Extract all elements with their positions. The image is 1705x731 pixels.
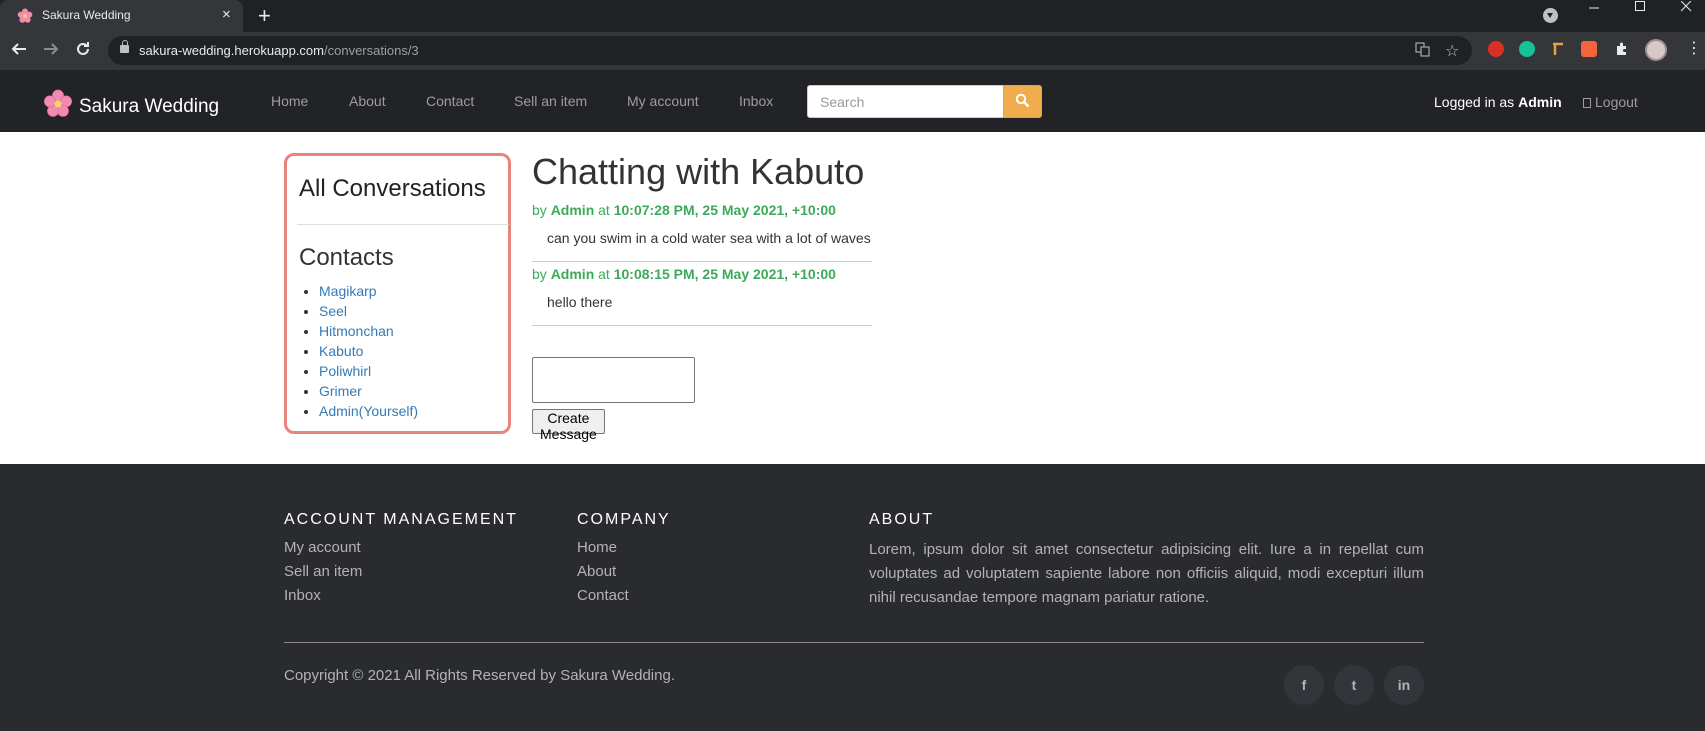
contact-item: Hitmonchan (319, 323, 418, 343)
all-conversations-heading: All Conversations (299, 175, 486, 202)
tab-close-icon[interactable]: × (222, 6, 231, 23)
translate-icon[interactable] (1415, 42, 1430, 60)
tab-search-icon[interactable] (1543, 8, 1558, 23)
footer-account-column: ACCOUNT MANAGEMENT My account Sell an it… (284, 511, 518, 610)
grammarly-icon[interactable] (1519, 41, 1535, 57)
footer-account-heading: ACCOUNT MANAGEMENT (284, 511, 518, 528)
footer-link-about[interactable]: About (577, 562, 671, 586)
contact-link-seel[interactable]: Seel (319, 303, 347, 319)
extension-icon[interactable] (1581, 41, 1597, 57)
contact-link-kabuto[interactable]: Kabuto (319, 343, 363, 359)
footer-about-text: Lorem, ipsum dolor sit amet consectetur … (869, 541, 1424, 606)
forward-icon[interactable] (42, 40, 60, 63)
contact-link-hitmonchan[interactable]: Hitmonchan (319, 323, 394, 339)
nav-link-my-account[interactable]: My account (627, 93, 699, 109)
extension-icon[interactable] (1488, 41, 1504, 57)
nav-link-inbox[interactable]: Inbox (739, 93, 773, 109)
linkedin-icon[interactable]: in (1384, 665, 1424, 705)
footer-company-heading: COMPANY (577, 511, 671, 528)
contacts-list: Magikarp Seel Hitmonchan Kabuto Poliwhir… (319, 283, 418, 423)
nav-link-about[interactable]: About (349, 93, 386, 109)
minimize-icon[interactable] (1571, 2, 1617, 16)
contact-item: Seel (319, 303, 418, 323)
address-bar[interactable]: sakura-wedding.herokuapp.com/conversatio… (108, 36, 1472, 65)
message-timestamp: 10:08:15 PM, 25 May 2021, +10:00 (613, 266, 836, 282)
brand-name: Sakura Wedding (79, 95, 220, 117)
copyright-text: Copyright © 2021 All Rights Reserved by … (284, 667, 675, 684)
facebook-icon[interactable]: f (1284, 665, 1324, 705)
message-textarea[interactable] (532, 357, 695, 403)
window-close-icon[interactable] (1663, 0, 1705, 14)
lock-icon (120, 40, 129, 53)
browser-toolbar: sakura-wedding.herokuapp.com/conversatio… (0, 32, 1705, 70)
message-text: can you swim in a cold water sea with a … (547, 230, 871, 246)
contact-link-poliwhirl[interactable]: Poliwhirl (319, 363, 371, 379)
sakura-flower-icon (17, 8, 33, 29)
logout-icon (1583, 98, 1591, 108)
tab-title: Sakura Wedding (42, 8, 131, 22)
profile-avatar[interactable] (1645, 39, 1667, 61)
footer-link-my-account[interactable]: My account (284, 538, 518, 562)
browser-tab-strip: Sakura Wedding × + (0, 0, 1705, 32)
contact-item: Magikarp (319, 283, 418, 303)
footer-link-home[interactable]: Home (577, 538, 671, 562)
search-icon (1015, 93, 1030, 111)
footer-about-heading: ABOUT (869, 511, 935, 528)
logged-in-status: Logged in as Admin (1434, 94, 1562, 110)
back-icon[interactable] (10, 40, 28, 63)
site-navbar: Sakura Wedding Home About Contact Sell a… (0, 70, 1705, 132)
search-button[interactable] (1003, 85, 1042, 118)
extension-icon[interactable] (1550, 41, 1566, 57)
contact-link-magikarp[interactable]: Magikarp (319, 283, 377, 299)
nav-link-home[interactable]: Home (271, 93, 308, 109)
message-item: by Admin at 10:07:28 PM, 25 May 2021, +1… (532, 202, 872, 262)
nav-link-contact[interactable]: Contact (426, 93, 474, 109)
message-meta: by Admin at 10:08:15 PM, 25 May 2021, +1… (532, 266, 836, 282)
footer-link-sell-an-item[interactable]: Sell an item (284, 562, 518, 586)
message-meta: by Admin at 10:07:28 PM, 25 May 2021, +1… (532, 202, 836, 218)
browser-tab[interactable]: Sakura Wedding × (0, 0, 243, 32)
logout-link[interactable]: Logout (1583, 94, 1638, 110)
footer-link-inbox[interactable]: Inbox (284, 586, 518, 610)
url-text[interactable]: sakura-wedding.herokuapp.com/conversatio… (139, 43, 419, 58)
main-content: All Conversations Contacts Magikarp Seel… (0, 132, 1705, 464)
footer-divider (284, 642, 1424, 643)
extensions-puzzle-icon[interactable] (1614, 41, 1630, 57)
sakura-flower-icon (43, 89, 73, 124)
contact-link-admin-yourself[interactable]: Admin(Yourself) (319, 403, 418, 419)
contacts-heading: Contacts (299, 244, 394, 271)
contact-item: Poliwhirl (319, 363, 418, 383)
footer-about-column: ABOUT Lorem, ipsum dolor sit amet consec… (869, 511, 1424, 610)
maximize-icon[interactable] (1617, 0, 1663, 14)
message-text: hello there (547, 294, 613, 310)
message-author: Admin (550, 202, 595, 218)
chrome-menu-icon[interactable]: ⋮ (1686, 38, 1702, 58)
twitter-icon[interactable]: t (1334, 665, 1374, 705)
sidebar-divider (297, 224, 509, 225)
site-footer: ACCOUNT MANAGEMENT My account Sell an it… (0, 464, 1705, 731)
footer-link-contact[interactable]: Contact (577, 586, 671, 610)
message-timestamp: 10:07:28 PM, 25 May 2021, +10:00 (613, 202, 836, 218)
page-title: Chatting with Kabuto (532, 151, 865, 192)
contact-item: Grimer (319, 383, 418, 403)
brand-link[interactable]: Sakura Wedding (43, 89, 219, 124)
contact-link-grimer[interactable]: Grimer (319, 383, 362, 399)
footer-company-column: COMPANY Home About Contact (577, 511, 671, 610)
conversations-sidebar: All Conversations Contacts Magikarp Seel… (284, 153, 511, 434)
message-item: by Admin at 10:08:15 PM, 25 May 2021, +1… (532, 266, 872, 326)
logged-in-username: Admin (1518, 94, 1562, 110)
contact-item: Admin(Yourself) (319, 403, 418, 423)
reload-icon[interactable] (74, 40, 92, 63)
contact-item: Kabuto (319, 343, 418, 363)
new-tab-button[interactable]: + (258, 3, 271, 29)
create-message-button[interactable]: Create Message (532, 409, 605, 442)
nav-link-sell-an-item[interactable]: Sell an item (514, 93, 587, 109)
search-input[interactable] (807, 85, 1004, 118)
bookmark-star-icon[interactable]: ☆ (1445, 41, 1459, 61)
message-author: Admin (550, 266, 595, 282)
